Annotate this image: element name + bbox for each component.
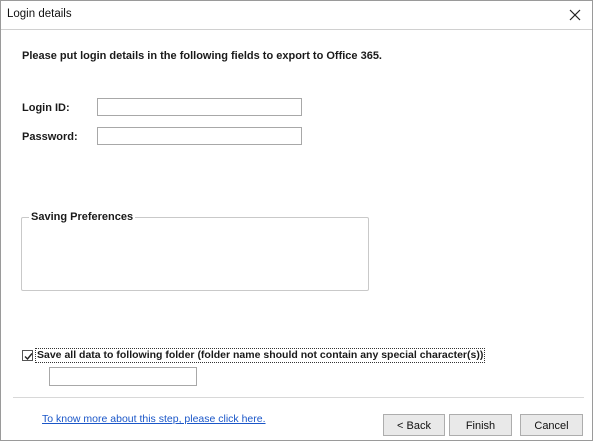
close-button[interactable] xyxy=(564,5,586,25)
password-input[interactable] xyxy=(97,127,302,145)
save-folder-option: Save all data to following folder (folde… xyxy=(22,347,486,363)
finish-button[interactable]: Finish xyxy=(449,414,512,436)
password-label: Password: xyxy=(22,131,78,143)
saving-preferences-legend: Saving Preferences xyxy=(29,211,136,223)
save-folder-label[interactable]: Save all data to following folder (folde… xyxy=(35,347,486,363)
close-icon xyxy=(569,9,581,21)
cancel-button[interactable]: Cancel xyxy=(520,414,583,436)
save-folder-checkbox[interactable] xyxy=(22,349,33,361)
login-details-dialog: Login details Please put login details i… xyxy=(0,0,593,441)
checkmark-icon xyxy=(24,352,33,360)
saving-preferences-group xyxy=(21,217,369,291)
folder-path-input[interactable] xyxy=(49,367,197,386)
title-bar: Login details xyxy=(1,1,592,30)
login-id-label: Login ID: xyxy=(22,102,70,114)
help-link[interactable]: To know more about this step, please cli… xyxy=(42,413,266,425)
window-title: Login details xyxy=(7,8,72,20)
login-id-input[interactable] xyxy=(97,98,302,116)
footer-divider xyxy=(13,397,584,398)
instruction-text: Please put login details in the followin… xyxy=(22,50,382,62)
back-button[interactable]: < Back xyxy=(383,414,445,436)
